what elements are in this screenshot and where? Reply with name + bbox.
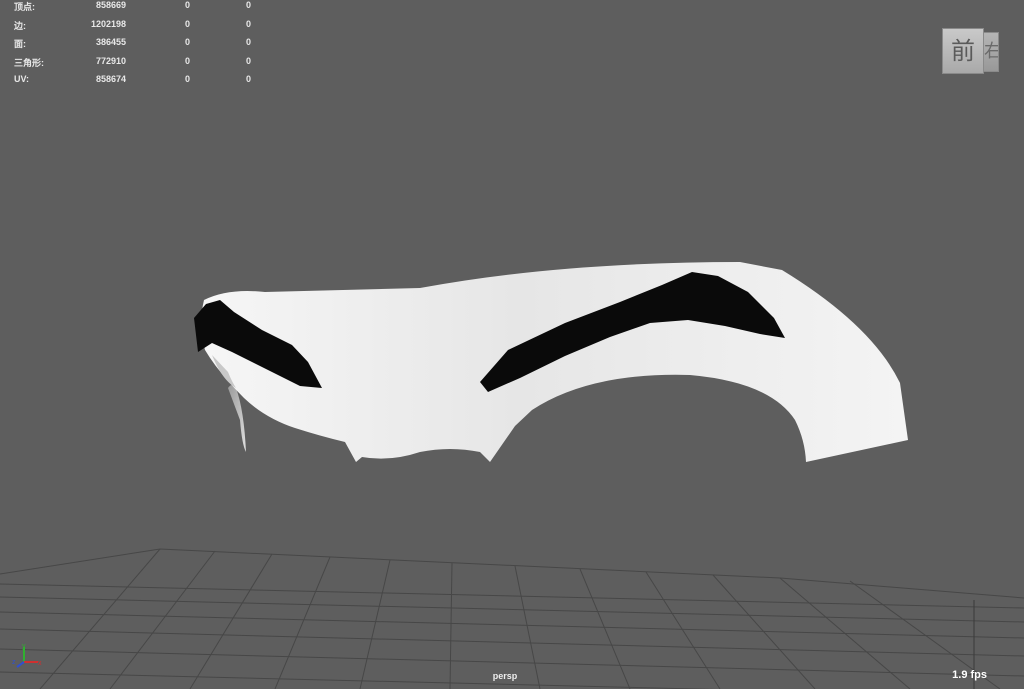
- view-cube-right-face[interactable]: 右: [983, 32, 999, 72]
- hud-label: 面:: [14, 39, 26, 49]
- axis-y-label: y: [22, 643, 26, 650]
- hud-component: 0: [245, 0, 251, 10]
- hud-row-edges: 边: 1202198 0 0: [12, 19, 252, 38]
- view-cube[interactable]: 前 右: [942, 28, 999, 74]
- axis-z-label: z: [12, 659, 16, 666]
- viewport-canvas: y x z: [0, 262, 1024, 689]
- axis-x-label: x: [38, 660, 42, 667]
- view-cube-front-face[interactable]: 前: [942, 28, 984, 74]
- hud-selected: 0: [184, 55, 190, 66]
- hud-selected: 0: [184, 18, 190, 29]
- hud-row-vertices: 顶点: 858669 0 0: [12, 0, 252, 19]
- hud-label: 三角形:: [14, 57, 44, 68]
- hud-total: 1202198: [90, 18, 126, 29]
- camera-name-label: persp: [492, 671, 518, 681]
- hud-total: 386455: [95, 37, 126, 47]
- hud-total: 858674: [95, 74, 126, 84]
- perspective-viewport[interactable]: y x z: [0, 0, 1024, 689]
- hud-component: 0: [245, 74, 251, 84]
- poly-count-hud: 顶点: 858669 0 0 边: 1202198 0 0 面: 386455 …: [12, 0, 252, 93]
- hud-selected: 0: [184, 0, 190, 10]
- axis-gizmo: y x z: [12, 643, 42, 668]
- hud-label: UV:: [14, 74, 30, 84]
- hud-component: 0: [245, 55, 251, 66]
- hud-total: 858669: [95, 0, 126, 10]
- axis-z-line: [16, 661, 25, 668]
- hud-component: 0: [245, 18, 251, 29]
- hud-selected: 0: [184, 37, 190, 47]
- fps-counter: 1.9 fps: [952, 669, 987, 681]
- hud-total: 772910: [95, 55, 126, 66]
- hud-component: 0: [245, 37, 251, 47]
- hud-selected: 0: [184, 74, 190, 84]
- hud-label: 边:: [14, 20, 26, 31]
- hud-row-uvs: UV: 858674 0 0: [12, 74, 252, 93]
- hud-row-triangles: 三角形: 772910 0 0: [12, 56, 252, 75]
- ground-grid: [0, 548, 1024, 689]
- hud-row-faces: 面: 386455 0 0: [12, 37, 252, 56]
- hud-label: 顶点:: [14, 2, 35, 12]
